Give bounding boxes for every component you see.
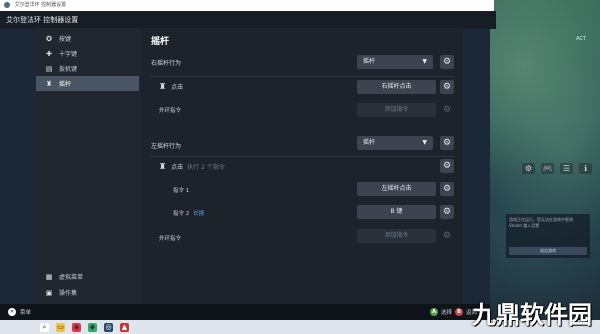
b-button-icon: B: [455, 308, 464, 316]
layers-icon: ▣: [45, 288, 53, 297]
sidebar-item-label: 虚拟菜单: [59, 274, 84, 281]
gear-icon: ⚙: [442, 57, 452, 67]
gear-icon: ⚙: [442, 231, 452, 241]
left-stick-outer-settings-button[interactable]: ⚙: [440, 229, 454, 243]
chevron-down-icon: ▼: [422, 58, 427, 65]
left-stick-command-1-label: 指令 1: [173, 188, 190, 194]
sidebar-item-label: 扳机键: [59, 66, 78, 73]
gear-icon: ⚙: [442, 138, 452, 148]
background-panel-text: 游戏正在运行，您无法在游戏中更改 Steam 输入设置: [509, 217, 573, 228]
sidebar-item-triggers[interactable]: ▤ 扳机键: [36, 61, 139, 76]
gear-icon: ⚙: [442, 105, 452, 115]
app-icon[interactable]: ◆: [88, 322, 97, 332]
left-stick-command-2-label: 指令 2 长按: [173, 209, 204, 217]
sidebar-item-label: 操作集: [59, 290, 78, 297]
select-hint-label[interactable]: 选择: [441, 308, 452, 316]
steam-icon[interactable]: ◎: [104, 322, 113, 332]
left-stick-click-hint: 执行 2 个指令: [187, 164, 225, 171]
site-watermark: 九鼎软件园: [472, 300, 592, 329]
sidebar-item-label: 十字键: [59, 51, 78, 58]
sidebar-item-buttons[interactable]: ✪ 按键: [36, 31, 139, 46]
left-stick-outer-ring-label: 外环指令: [159, 236, 182, 242]
gear-icon[interactable]: ⚙: [522, 163, 535, 174]
game-icon[interactable]: ▲: [120, 322, 129, 332]
trigger-icon: ▤: [45, 64, 53, 73]
sidebar-item-label: 按键: [59, 36, 72, 43]
chevron-down-icon: ▼: [422, 139, 427, 146]
gamepad-icon[interactable]: 🎮: [541, 163, 554, 174]
dpad-icon: ✚: [46, 49, 52, 58]
right-stick-add-command-button[interactable]: 添加指令: [357, 103, 436, 117]
background-top-label: ACT: [576, 36, 586, 42]
right-stick-click-binding[interactable]: 右摇杆点击: [357, 80, 436, 94]
joystick-icon: ♜: [159, 82, 167, 91]
sidebar-item-label: 摇杆: [59, 81, 72, 88]
right-stick-click-settings-button[interactable]: ⚙: [440, 80, 454, 94]
gear-icon: ⚙: [442, 184, 452, 194]
grid-icon: ▦: [45, 272, 53, 281]
left-stick-behavior-label: 左摇杆行为: [151, 143, 182, 150]
background-panel: 游戏正在运行，您无法在游戏中更改 Steam 输入设置 退出游戏: [506, 214, 590, 258]
left-stick-click-text: 点击: [171, 164, 184, 171]
list-icon[interactable]: ☰: [560, 163, 573, 174]
page-title: 摇杆: [151, 37, 170, 47]
main-panel: 摇杆 右摇杆行为 摇杆 ▼ ⚙ ♜ 点击 右摇杆点击 ⚙ 外环指令 添加指令 ⚙ …: [141, 28, 463, 304]
xbox-button-icon: ✕: [8, 308, 16, 316]
divider: [149, 156, 455, 157]
left-stick-command-2-text: 指令 2: [173, 211, 190, 217]
left-stick-command-1-settings-button[interactable]: ⚙: [440, 182, 454, 196]
left-stick-command-2-settings-button[interactable]: ⚙: [440, 205, 454, 219]
action-hints: A 选择 B 返回: [430, 308, 477, 316]
dropdown-value: 摇杆: [363, 58, 376, 65]
joystick-icon: ♜: [159, 162, 167, 171]
dropdown-value: 摇杆: [363, 139, 376, 146]
left-stick-add-command-button[interactable]: 添加指令: [357, 229, 436, 243]
gear-icon: ⚙: [442, 207, 452, 217]
sidebar-item-virtual-menu[interactable]: ▦ 虚拟菜单: [36, 269, 139, 284]
a-button-icon: A: [430, 308, 438, 316]
right-stick-click-label: ♜ 点击: [159, 82, 183, 91]
window-title: 艾尔登法环 控制器设置: [14, 2, 67, 8]
joystick-icon: ♜: [45, 79, 53, 88]
long-press-tag: 长按: [193, 211, 205, 217]
sidebar: ✪ 按键 ✚ 十字键 ▤ 扳机键 ♜ 摇杆 ▦ 虚拟菜单 ▣ 操作集: [36, 28, 139, 304]
info-icon[interactable]: ℹ: [579, 163, 592, 174]
left-stick-click-label: ♜ 点击 执行 2 个指令: [159, 162, 225, 171]
search-icon[interactable]: ⌕: [40, 322, 49, 332]
gear-icon: ⚙: [442, 161, 452, 171]
page-header-title: 艾尔登法环 控制器设置: [6, 16, 79, 24]
right-stick-outer-settings-button[interactable]: ⚙: [440, 103, 454, 117]
left-stick-command-1-binding[interactable]: 左摇杆点击: [357, 182, 436, 196]
a-button-icon: ✪: [46, 34, 52, 43]
left-stick-click-settings-button[interactable]: ⚙: [440, 159, 454, 173]
background-panel-button[interactable]: 退出游戏: [509, 247, 587, 255]
page-header: 艾尔登法环 控制器设置: [0, 11, 496, 29]
right-stick-behavior-dropdown[interactable]: 摇杆 ▼: [357, 55, 433, 69]
divider: [149, 76, 455, 77]
chrome-icon[interactable]: ◉: [72, 322, 81, 332]
left-stick-settings-button[interactable]: ⚙: [440, 136, 454, 150]
sidebar-item-dpad[interactable]: ✚ 十字键: [36, 46, 139, 61]
left-stick-behavior-dropdown[interactable]: 摇杆 ▼: [357, 136, 433, 150]
steam-logo-icon: [4, 1, 10, 8]
right-stick-click-text: 点击: [171, 84, 184, 91]
sidebar-item-joystick[interactable]: ♜ 摇杆: [36, 76, 139, 91]
right-stick-outer-ring-label: 外环指令: [159, 108, 182, 114]
gear-icon: ⚙: [442, 82, 452, 92]
menu-hint-label: 菜单: [20, 310, 32, 316]
game-background: ACT ⚙ 🎮 ☰ ℹ 游戏正在运行，您无法在游戏中更改 Steam 输入设置 …: [490, 0, 600, 334]
right-stick-behavior-label: 右摇杆行为: [151, 60, 182, 67]
right-stick-settings-button[interactable]: ⚙: [440, 55, 454, 69]
left-stick-command-2-binding[interactable]: B 键: [357, 205, 436, 219]
sidebar-item-action-sets[interactable]: ▣ 操作集: [36, 285, 139, 300]
menu-hint[interactable]: ✕ 菜单: [8, 308, 31, 316]
background-controls: ⚙ 🎮 ☰ ℹ: [522, 163, 592, 174]
window-titlebar: 艾尔登法环 控制器设置: [0, 0, 494, 11]
folder-icon[interactable]: ▭: [56, 322, 65, 332]
bottom-hint-bar: ✕ 菜单 A 选择 B 返回: [0, 304, 490, 320]
